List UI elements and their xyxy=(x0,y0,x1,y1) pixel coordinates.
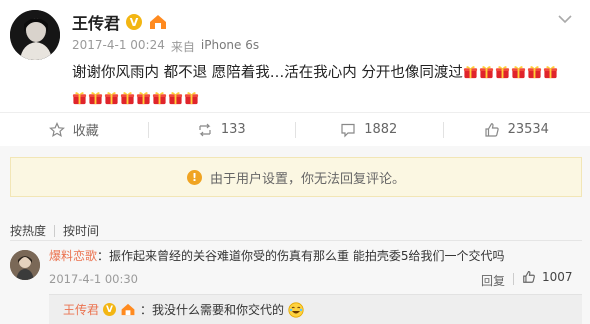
laughing-emoji-icon xyxy=(288,301,304,318)
vip-house-icon xyxy=(150,15,167,29)
thumbs-up-icon xyxy=(523,270,535,283)
post-source: iPhone 6s xyxy=(200,38,260,52)
like-count: 23534 xyxy=(507,122,549,137)
reply-author-name[interactable]: 王传君 xyxy=(63,301,99,318)
gift-emoji-icon xyxy=(88,92,103,105)
gift-emoji-icon xyxy=(136,92,151,105)
gift-emoji-row xyxy=(72,91,200,107)
vip-house-icon xyxy=(121,303,135,316)
repost-button[interactable]: 133 xyxy=(147,113,296,146)
gift-emoji-icon xyxy=(120,92,135,105)
more-options-icon[interactable] xyxy=(554,8,576,30)
verified-icon: V xyxy=(126,14,143,30)
favorite-label: 收藏 xyxy=(72,124,99,139)
comment-button[interactable]: 1882 xyxy=(295,113,443,146)
comment-reply-button[interactable]: 回复 xyxy=(481,272,505,289)
post-timestamp[interactable]: 2017-4-1 00:24 xyxy=(72,38,165,55)
sort-divider-line xyxy=(54,224,56,237)
comment-body: 爆料恋歌：振作起来曾经的关谷难道你受的伤真有那么重 能拍壳委5给我们一个交代吗 xyxy=(49,247,504,264)
comment-like-count: 1007 xyxy=(542,270,573,284)
post-action-bar: 收藏 133 1882 23534 xyxy=(0,112,590,146)
reply-disabled-notice: ! 由于用户设置，你无法回复评论。 xyxy=(10,157,582,197)
author-avatar[interactable] xyxy=(10,10,60,60)
gift-emoji-icon xyxy=(168,92,183,105)
gift-emoji-icon xyxy=(495,66,509,79)
repost-icon xyxy=(199,123,211,136)
gift-emoji-icon xyxy=(543,66,557,79)
author-name[interactable]: 王传君 xyxy=(72,10,120,34)
repost-count: 133 xyxy=(220,122,246,137)
comment-action-divider xyxy=(513,273,514,285)
comment-like-button[interactable]: 1007 xyxy=(522,270,573,284)
gift-emoji-icon xyxy=(527,66,541,79)
post-meta: 2017-4-1 00:24 来自 iPhone 6s xyxy=(72,38,259,55)
comment-sort-tabs: 按热度 按时间 xyxy=(10,222,99,239)
commenter-name[interactable]: 爆料恋歌 xyxy=(49,249,97,263)
divider xyxy=(10,240,582,241)
source-prefix: 来自 xyxy=(170,40,195,54)
gift-emoji-icon xyxy=(184,92,199,105)
sort-by-time-tab[interactable]: 按时间 xyxy=(63,222,99,239)
favorite-button[interactable]: 收藏 xyxy=(0,113,148,146)
thumbs-up-icon xyxy=(484,122,499,137)
like-button[interactable]: 23534 xyxy=(442,113,590,146)
post-text: 谢谢你风雨内 都不退 愿陪着我…活在我心内 分开也像同渡过 xyxy=(72,65,463,81)
gift-emoji-icon xyxy=(479,66,493,79)
gift-emoji-icon xyxy=(511,66,525,79)
gift-emoji-icon xyxy=(72,92,87,105)
gift-emoji-row xyxy=(463,65,559,81)
gift-emoji-icon xyxy=(104,92,119,105)
gift-emoji-icon xyxy=(152,92,167,105)
comment-text: ：振作起来曾经的关谷难道你受的伤真有那么重 能拍壳委5给我们一个交代吗 xyxy=(97,249,505,263)
commenter-avatar[interactable] xyxy=(10,250,40,280)
info-icon: ! xyxy=(186,169,202,185)
comment-count: 1882 xyxy=(364,122,398,137)
reply-text: ：我没什么需要和你交代的 xyxy=(140,303,285,317)
notice-text: 由于用户设置，你无法回复评论。 xyxy=(209,171,405,187)
gift-emoji-icon xyxy=(463,66,477,79)
star-icon xyxy=(48,121,65,137)
post-author: 王传君 V xyxy=(72,10,168,34)
nested-reply: 王传君 V ：我没什么需要和你交代的 xyxy=(63,301,304,318)
comment-icon xyxy=(341,123,355,137)
sort-by-hot-tab[interactable]: 按热度 xyxy=(10,222,46,239)
post-content: 谢谢你风雨内 都不退 愿陪着我…活在我心内 分开也像同渡过 xyxy=(72,60,572,112)
comment-timestamp: 2017-4-1 00:30 xyxy=(49,272,138,286)
verified-icon: V xyxy=(103,303,117,316)
